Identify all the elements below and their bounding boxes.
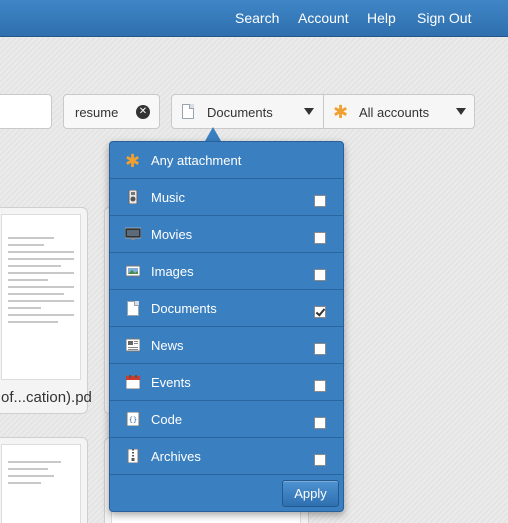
menu-item-code[interactable]: {} Code	[110, 401, 343, 438]
nav-help-link[interactable]: Help	[367, 10, 396, 26]
menu-pointer	[205, 127, 221, 141]
calendar-icon	[126, 375, 140, 389]
menu-item-label: Any attachment	[151, 153, 242, 168]
menu-item-label: Music	[151, 190, 185, 205]
news-checkbox[interactable]	[314, 343, 326, 355]
documents-checkbox[interactable]	[314, 306, 326, 318]
account-select[interactable]: ✱ All accounts	[324, 95, 475, 128]
search-token-label: resume	[75, 105, 119, 120]
asterisk-icon: ✱	[333, 102, 349, 122]
apply-button[interactable]: Apply	[282, 480, 339, 507]
menu-item-events[interactable]: Events	[110, 364, 343, 401]
menu-item-any-attachment[interactable]: ✱ Any attachment	[110, 142, 343, 179]
archives-checkbox[interactable]	[314, 454, 326, 466]
type-select-value: Documents	[207, 105, 273, 120]
menu-item-label: News	[151, 338, 184, 353]
menu-item-documents[interactable]: Documents	[110, 290, 343, 327]
code-checkbox[interactable]	[314, 417, 326, 429]
asterisk-icon: ✱	[125, 151, 141, 171]
menu-item-news[interactable]: News	[110, 327, 343, 364]
events-checkbox[interactable]	[314, 380, 326, 392]
menu-item-label: Images	[151, 264, 194, 279]
top-bar: Search Account Help Sign Out	[0, 0, 508, 37]
attachment-type-menu: ✱ Any attachment Music Movies Images Doc…	[109, 141, 344, 512]
code-icon: {}	[126, 412, 140, 426]
images-checkbox[interactable]	[314, 269, 326, 281]
filter-select-group: Documents ✱ All accounts	[171, 94, 475, 129]
menu-item-images[interactable]: Images	[110, 253, 343, 290]
search-token: resume ✕	[63, 94, 160, 129]
type-select[interactable]: Documents	[172, 95, 323, 128]
menu-item-label: Documents	[151, 301, 217, 316]
movies-checkbox[interactable]	[314, 232, 326, 244]
menu-item-label: Events	[151, 375, 191, 390]
result-card[interactable]	[0, 437, 88, 523]
document-thumbnail	[1, 444, 81, 523]
document-thumbnail	[1, 214, 81, 380]
clear-token-icon[interactable]: ✕	[136, 105, 150, 119]
menu-item-label: Code	[151, 412, 183, 427]
music-checkbox[interactable]	[314, 195, 326, 207]
music-icon	[128, 190, 138, 204]
menu-item-music[interactable]: Music	[110, 179, 343, 216]
menu-item-label: Movies	[151, 227, 193, 242]
movie-icon	[125, 227, 141, 240]
document-icon	[182, 104, 194, 119]
chevron-down-icon	[304, 108, 314, 115]
result-card[interactable]: of...cation).pd	[0, 207, 92, 414]
nav-account-link[interactable]: Account	[298, 10, 349, 26]
archive-icon	[127, 449, 139, 463]
news-icon	[126, 338, 140, 352]
account-select-value: All accounts	[359, 105, 430, 120]
menu-item-label: Archives	[151, 449, 201, 464]
nav-signout-link[interactable]: Sign Out	[417, 10, 471, 26]
document-icon	[127, 301, 139, 316]
chevron-down-icon	[456, 108, 466, 115]
menu-item-archives[interactable]: Archives	[110, 438, 343, 475]
svg-text:{}: {}	[129, 416, 137, 424]
image-icon	[126, 265, 140, 277]
search-input[interactable]	[0, 94, 52, 129]
nav-search-link[interactable]: Search	[235, 10, 279, 26]
result-card-caption: of...cation).pd	[1, 389, 92, 406]
menu-item-movies[interactable]: Movies	[110, 216, 343, 253]
